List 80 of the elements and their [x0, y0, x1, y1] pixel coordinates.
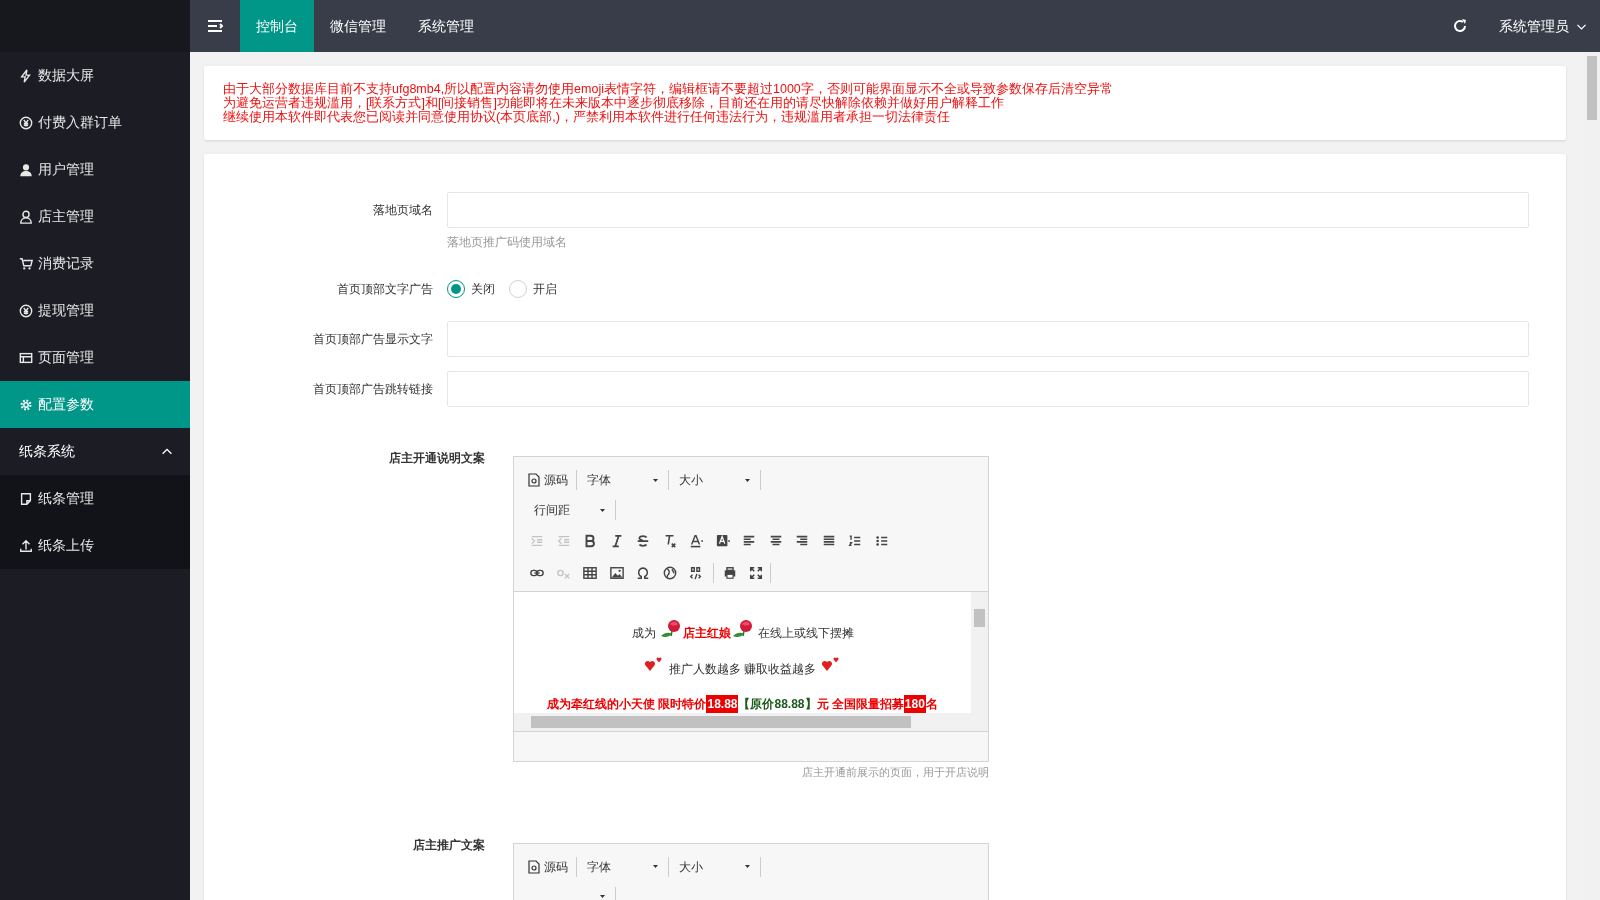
field-hint: 落地页推广码使用域名: [447, 234, 568, 251]
group-label: 纸条系统: [19, 442, 75, 461]
field-label: 落地页域名: [372, 202, 434, 219]
nav-tab[interactable]: 控制台: [240, 0, 314, 52]
note-icon: [19, 491, 33, 506]
radio-option[interactable]: 关闭: [447, 280, 495, 298]
sidebar-item[interactable]: 纸条上传: [0, 522, 190, 569]
bolt-icon: [19, 68, 33, 83]
document-icon: [528, 473, 540, 487]
content-text: 店主红娘: [682, 625, 731, 642]
notice-text: 由于大部分数据库目前不支持ufg8mb4,所以配置内容请勿使用emoji表情字符，编辑框请不要超过1000字，否则可能界面显示不全或导致参数保存后清空异常: [223, 82, 1114, 96]
dropdown[interactable]: 字体: [577, 856, 669, 877]
scrollbar-thumb[interactable]: [1587, 56, 1597, 120]
dropdown[interactable]: 行间距: [524, 500, 616, 520]
section-label: 店主推广文案: [412, 836, 485, 854]
horizontal-scrollbar[interactable]: [514, 713, 988, 731]
price-highlight: 180: [903, 695, 926, 713]
section-label: 店主开通说明文案: [388, 450, 485, 467]
nav-tab[interactable]: 系统管理: [402, 0, 490, 52]
dropdown-label: 大小: [679, 858, 703, 876]
notice-text: 继续使用本软件即代表您已阅读并同意使用协议(本页底部,)，严禁利用本软件进行任何违法行为，违规滥用者承担一切法律责任: [223, 110, 951, 124]
content-text: 名: [925, 696, 938, 713]
editor-content[interactable]: 成为 店主红娘 在线上或线下摆摊 推广人数越多 赚取收益越多 成为牵红线的小天使 限时特价18.88【原价88.88】元 全国限量招募180名: [514, 591, 988, 731]
text-field[interactable]: [447, 321, 1529, 357]
gear-icon: [19, 397, 33, 412]
sidebar-item[interactable]: 数据大屏: [0, 52, 190, 99]
caret-icon: [653, 478, 658, 482]
vertical-scrollbar[interactable]: [971, 592, 988, 713]
content-text: 成为: [631, 625, 656, 642]
sidebar-group[interactable]: 纸条系统: [0, 428, 190, 475]
dropdown[interactable]: 字体: [577, 470, 669, 490]
radio-option[interactable]: 开启: [509, 280, 557, 298]
dropdown-label: 字体: [587, 472, 611, 489]
cart-icon: [19, 256, 33, 271]
sidebar-item[interactable]: 消费记录: [0, 240, 190, 287]
dropdown-label: 字体: [587, 858, 611, 876]
source-button[interactable]: 源码: [524, 470, 577, 490]
caret-icon: [600, 508, 605, 512]
scrollbar-thumb[interactable]: [974, 609, 985, 627]
content-text: 推广人数越多 赚取收益越多: [668, 660, 817, 678]
content-text: 成为牵红线的小天使 限时特价: [547, 696, 707, 713]
scrollbar-thumb[interactable]: [531, 716, 911, 728]
sidebar-item[interactable]: 页面管理: [0, 334, 190, 381]
field-label: 首页顶部文字广告: [336, 281, 434, 298]
dropdown-label: 大小: [679, 472, 703, 489]
source-button[interactable]: 源码: [524, 856, 577, 877]
sidebar-item[interactable]: 用户管理: [0, 146, 190, 193]
user-outline-icon: [19, 209, 33, 224]
yen-circle-icon: [19, 303, 33, 318]
user-menu[interactable]: 系统管理员: [1485, 0, 1600, 52]
content-text: 元 全国限量招募: [816, 696, 904, 713]
notice-text: 为避免运营者违规滥用，[联系方式]和[间接销售]功能即将在未来版本中逐步彻底移除，目前还在用的请尽快解除依赖并做好用户解释工作: [223, 96, 1005, 110]
caret-icon: [745, 865, 750, 868]
dropdown[interactable]: 大小: [669, 470, 761, 490]
radio-label: 开启: [533, 281, 557, 298]
sidebar-item[interactable]: 付费入群订单: [0, 99, 190, 146]
field-label: 首页顶部广告跳转链接: [312, 381, 434, 398]
radio-label: 关闭: [471, 281, 495, 298]
user-icon: [19, 162, 33, 177]
document-icon: [528, 859, 540, 874]
sidebar-item[interactable]: 纸条管理: [0, 475, 190, 522]
dropdown-label: 行间距: [534, 502, 570, 519]
sidebar-item[interactable]: 店主管理: [0, 193, 190, 240]
caret-icon: [653, 865, 658, 868]
sidebar-item[interactable]: 提现管理: [0, 287, 190, 334]
window-icon: [19, 350, 33, 365]
caret-icon: [600, 895, 605, 898]
price-highlight: 18.88: [706, 695, 739, 713]
nav-tab[interactable]: 微信管理: [314, 0, 402, 52]
content-text: 在线上或线下摆摊: [757, 625, 854, 642]
text-field[interactable]: [447, 371, 1529, 407]
dropdown[interactable]: 大小: [669, 856, 761, 877]
field-label: 首页顶部广告显示文字: [312, 331, 434, 348]
caret-icon: [745, 478, 750, 482]
content-text: 【原价88.88】: [738, 696, 817, 713]
yen-circle-icon: [19, 115, 33, 130]
text-field[interactable]: [447, 192, 1529, 228]
upload-icon: [19, 538, 33, 553]
sidebar-item[interactable]: 配置参数: [0, 381, 190, 428]
field-hint: 店主开通前展示的页面，用于开店说明: [801, 765, 989, 780]
